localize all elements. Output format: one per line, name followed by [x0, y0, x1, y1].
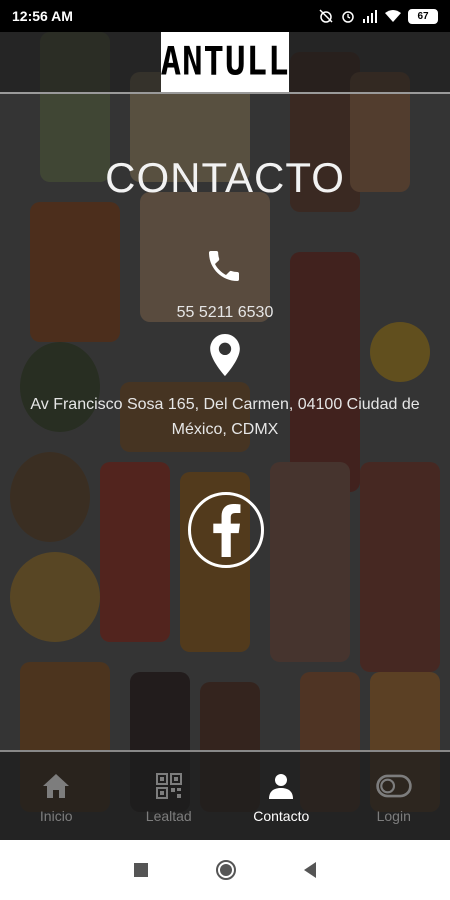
facebook-f-glyph [213, 503, 241, 557]
recents-icon[interactable] [134, 863, 148, 877]
bottom-tab-bar: Inicio Lealtad Contacto Login [0, 750, 450, 840]
qr-code-icon [155, 773, 182, 799]
status-bar: 12:56 AM 67 [0, 0, 450, 32]
address-text[interactable]: Av Francisco Sosa 165, Del Carmen, 04100… [20, 392, 430, 442]
status-icons: 67 [318, 8, 438, 24]
alarm-icon [342, 11, 354, 23]
signal-icon [363, 10, 377, 23]
phone-number[interactable]: 55 5211 6530 [0, 304, 450, 322]
header: ANTULL [0, 32, 450, 94]
tab-label-login: Login [376, 808, 411, 824]
tab-label-inicio: Inicio [39, 808, 73, 824]
page-title: CONTACTO [105, 154, 345, 201]
tab-inicio[interactable]: Inicio [0, 752, 113, 840]
toggle-icon [376, 774, 412, 798]
home-icon[interactable] [216, 860, 236, 880]
tab-lealtad[interactable]: Lealtad [113, 752, 226, 840]
user-icon [269, 774, 294, 799]
tab-login[interactable]: Login [338, 752, 450, 840]
wifi-icon [385, 10, 401, 22]
alarm-off-icon [319, 9, 333, 23]
tab-label-lealtad: Lealtad [145, 808, 192, 824]
logo-text: ANTULL [160, 39, 290, 85]
facebook-icon[interactable] [188, 492, 264, 568]
location-pin-icon[interactable] [210, 334, 240, 376]
logo[interactable]: ANTULL [161, 32, 289, 92]
back-icon[interactable] [304, 862, 316, 878]
tab-contacto[interactable]: Contacto [225, 752, 338, 840]
phone-icon[interactable] [204, 246, 244, 286]
tab-label-contacto: Contacto [253, 808, 310, 824]
home-icon [43, 774, 70, 798]
battery-icon: 67 [408, 8, 438, 24]
status-time: 12:56 AM [12, 8, 73, 24]
system-nav-bar [0, 840, 450, 900]
home-icon-dot [220, 864, 232, 876]
